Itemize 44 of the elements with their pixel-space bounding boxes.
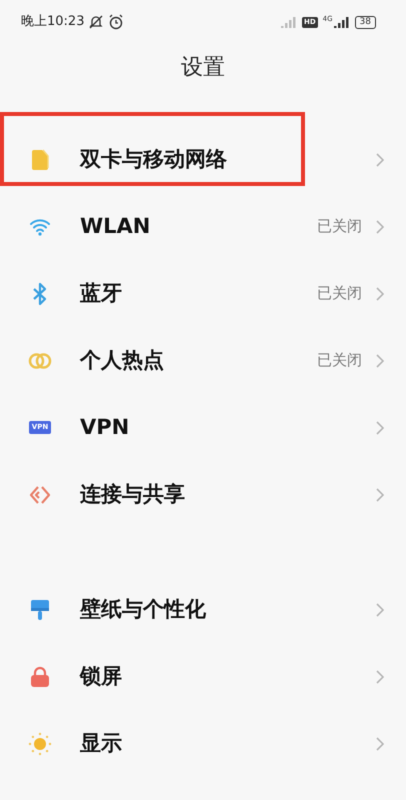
row-value: 已关闭	[317, 350, 362, 372]
alarm-clock-icon	[108, 14, 124, 30]
row-value: 已关闭	[317, 216, 362, 238]
chevron-right-icon	[376, 670, 384, 684]
chevron-right-icon	[376, 220, 384, 234]
settings-row[interactable]: 蓝牙 已关闭	[0, 260, 406, 327]
battery-level: 38	[354, 16, 376, 28]
row-label: WLAN	[80, 212, 152, 240]
row-label: 锁屏	[80, 662, 123, 690]
chevron-right-icon	[376, 286, 384, 300]
settings-row[interactable]: 锁屏	[0, 643, 406, 710]
paint-roller-icon	[30, 598, 50, 620]
muted-bell-icon	[88, 14, 104, 30]
chevron-right-icon	[376, 602, 384, 616]
signal-icon	[334, 16, 350, 28]
row-label: 双卡与移动网络	[80, 146, 228, 173]
settings-row[interactable]: 个人热点 已关闭	[0, 327, 406, 394]
chevron-right-icon	[376, 152, 384, 166]
page-title: 设置	[181, 54, 225, 82]
settings-row[interactable]: 显示	[0, 710, 406, 777]
row-label: 个人热点	[80, 346, 165, 374]
chevron-right-icon	[376, 420, 384, 434]
settings-row[interactable]: 连接与共享	[0, 461, 406, 528]
signal-icon	[280, 16, 297, 28]
row-value: 已关闭	[317, 283, 362, 304]
sim-card-icon	[31, 148, 49, 170]
wifi-icon	[29, 218, 51, 236]
status-time: 晚上10:23	[21, 13, 84, 32]
settings-row[interactable]: 双卡与移动网络	[0, 126, 406, 193]
lock-icon	[30, 666, 50, 688]
row-label: VPN	[80, 414, 130, 441]
linked-rings-icon	[28, 352, 52, 370]
row-label: 蓝牙	[80, 280, 123, 307]
sun-icon	[28, 732, 52, 756]
chevron-right-icon	[376, 354, 384, 368]
settings-row[interactable]: 壁纸与个性化	[0, 576, 406, 643]
row-label: 壁纸与个性化	[80, 596, 207, 623]
share-icon	[29, 484, 51, 506]
chevron-right-icon	[376, 736, 384, 750]
row-label: 显示	[80, 730, 123, 757]
bluetooth-icon	[32, 282, 48, 306]
row-label: 连接与共享	[80, 480, 186, 508]
chevron-right-icon	[376, 488, 384, 502]
settings-row[interactable]: WLAN 已关闭	[0, 193, 406, 260]
